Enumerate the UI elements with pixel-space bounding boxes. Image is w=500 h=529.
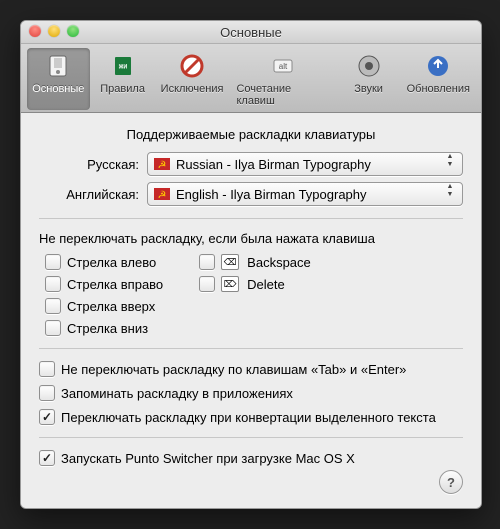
switch-icon bbox=[42, 50, 74, 82]
tab-general[interactable]: Основные bbox=[27, 48, 90, 110]
russian-layout-select[interactable]: ☭ Russian - Ilya Birman Typography ▲▼ bbox=[147, 152, 463, 176]
svg-text:☭: ☭ bbox=[158, 160, 167, 170]
divider bbox=[39, 218, 463, 219]
checkbox-convert-selection[interactable] bbox=[39, 409, 55, 425]
checkbox-launch-on-boot[interactable] bbox=[39, 450, 55, 466]
keyboard-icon: alt bbox=[267, 50, 299, 82]
chevron-up-down-icon: ▲▼ bbox=[442, 154, 458, 168]
hammer-sickle-icon: ☭ bbox=[154, 158, 170, 170]
checkbox-arrow-down[interactable] bbox=[45, 320, 61, 336]
check-label: Запоминать раскладку в приложениях bbox=[61, 386, 293, 401]
close-icon[interactable] bbox=[29, 25, 41, 37]
traffic-lights bbox=[29, 25, 79, 37]
check-label: Переключать раскладку при конвертации вы… bbox=[61, 410, 436, 425]
backspace-key-icon: ⌫ bbox=[221, 254, 239, 270]
check-label: Backspace bbox=[247, 255, 311, 270]
zoom-icon[interactable] bbox=[67, 25, 79, 37]
hammer-sickle-icon: ☭ bbox=[154, 188, 170, 200]
english-label: Английская: bbox=[39, 187, 147, 202]
checkbox-arrow-right[interactable] bbox=[45, 276, 61, 292]
tab-label: Основные bbox=[32, 83, 84, 95]
svg-text:alt: alt bbox=[279, 62, 288, 71]
help-button[interactable]: ? bbox=[439, 470, 463, 494]
select-value: English - Ilya Birman Typography bbox=[176, 187, 367, 202]
book-icon: жи bbox=[107, 50, 139, 82]
delete-key-icon: ⌦ bbox=[221, 276, 239, 292]
toolbar: Основные жи Правила Исключения alt Сочет… bbox=[21, 44, 481, 113]
tab-label: Звуки bbox=[354, 83, 383, 95]
svg-text:☭: ☭ bbox=[158, 190, 167, 200]
preferences-window: Основные Основные жи Правила Исключения … bbox=[20, 20, 482, 509]
svg-text:жи: жи bbox=[118, 63, 127, 70]
check-label: Delete bbox=[247, 277, 285, 292]
checkbox-remember-app[interactable] bbox=[39, 385, 55, 401]
check-label: Не переключать раскладку по клавишам «Ta… bbox=[61, 362, 406, 377]
checkbox-arrow-left[interactable] bbox=[45, 254, 61, 270]
tab-sounds[interactable]: Звуки bbox=[338, 48, 400, 110]
tab-updates[interactable]: Обновления bbox=[402, 48, 475, 110]
check-label: Стрелка влево bbox=[67, 255, 156, 270]
checkbox-tab-enter[interactable] bbox=[39, 361, 55, 377]
content-pane: Поддерживаемые раскладки клавиатуры Русс… bbox=[21, 113, 481, 508]
chevron-up-down-icon: ▲▼ bbox=[442, 184, 458, 198]
tab-label: Правила bbox=[100, 83, 145, 95]
check-label: Стрелка вправо bbox=[67, 277, 163, 292]
tab-label: Исключения bbox=[161, 83, 224, 95]
checkbox-arrow-up[interactable] bbox=[45, 298, 61, 314]
update-icon bbox=[422, 50, 454, 82]
minimize-icon[interactable] bbox=[48, 25, 60, 37]
window-title: Основные bbox=[220, 25, 282, 40]
divider bbox=[39, 348, 463, 349]
titlebar[interactable]: Основные bbox=[21, 21, 481, 44]
check-label: Стрелка вверх bbox=[67, 299, 155, 314]
skip-keys-heading: Не переключать раскладку, если была нажа… bbox=[39, 231, 463, 246]
forbidden-icon bbox=[176, 50, 208, 82]
english-layout-select[interactable]: ☭ English - Ilya Birman Typography ▲▼ bbox=[147, 182, 463, 206]
checkbox-backspace[interactable] bbox=[199, 254, 215, 270]
speaker-icon bbox=[353, 50, 385, 82]
tab-label: Обновления bbox=[407, 83, 470, 95]
check-label: Стрелка вниз bbox=[67, 321, 148, 336]
select-value: Russian - Ilya Birman Typography bbox=[176, 157, 371, 172]
divider bbox=[39, 437, 463, 438]
tab-rules[interactable]: жи Правила bbox=[92, 48, 154, 110]
tab-shortcuts[interactable]: alt Сочетание клавиш bbox=[230, 48, 335, 110]
russian-label: Русская: bbox=[39, 157, 147, 172]
tab-label: Сочетание клавиш bbox=[236, 83, 329, 107]
tab-exceptions[interactable]: Исключения bbox=[156, 48, 229, 110]
checkbox-delete[interactable] bbox=[199, 276, 215, 292]
layouts-heading: Поддерживаемые раскладки клавиатуры bbox=[39, 127, 463, 142]
check-label: Запускать Punto Switcher при загрузке Ma… bbox=[61, 451, 355, 466]
